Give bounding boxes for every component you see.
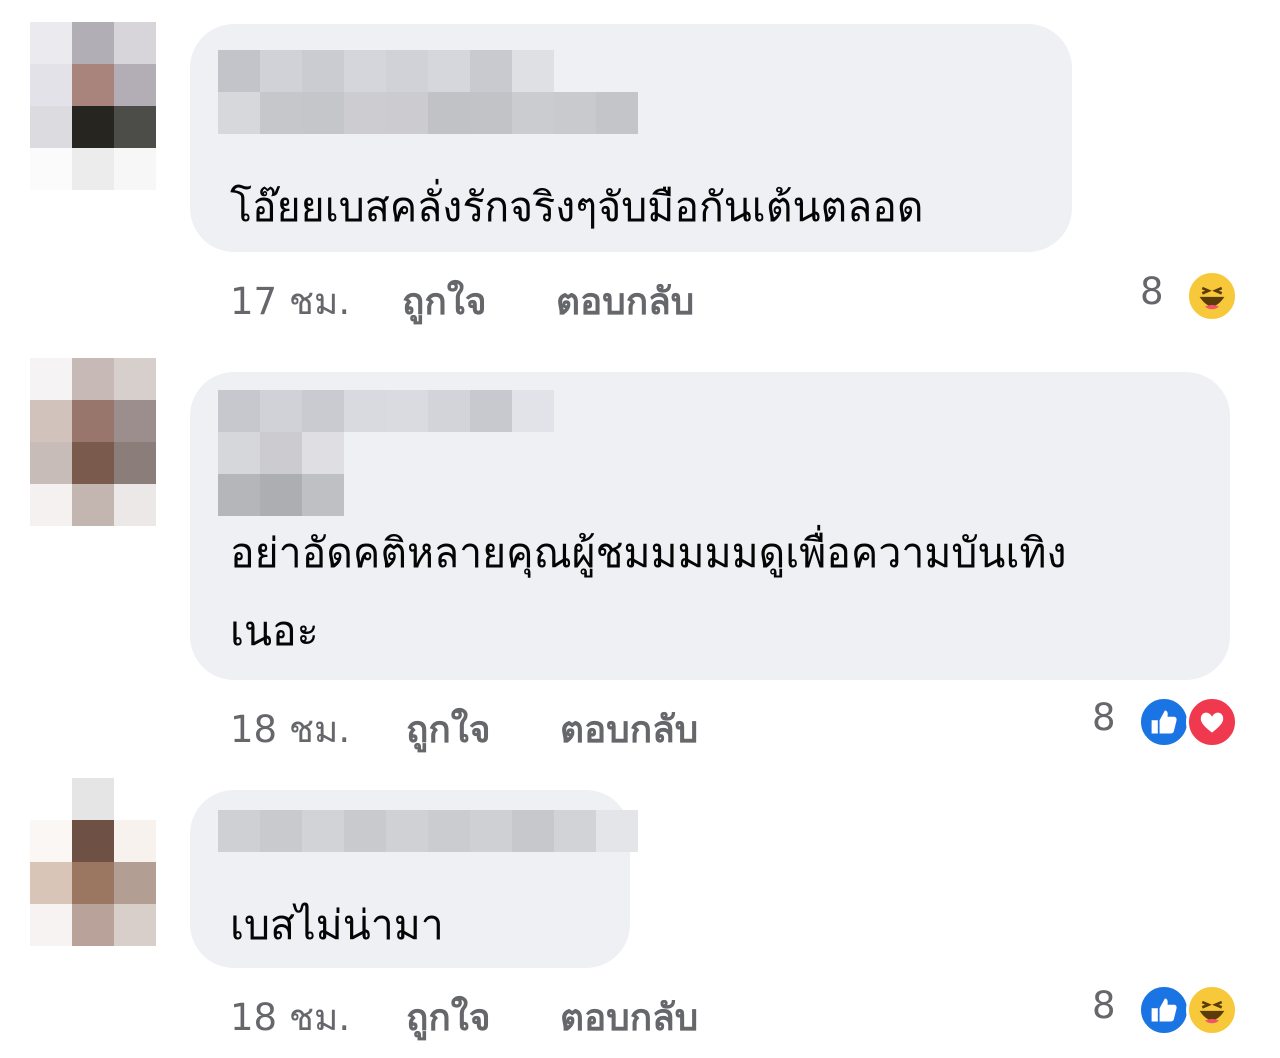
reply-button[interactable]: ตอบกลับ	[556, 272, 694, 331]
reaction-count: 8	[1092, 696, 1116, 739]
reaction-count: 8	[1140, 270, 1164, 313]
like-reaction-icon	[1138, 984, 1190, 1036]
avatar[interactable]	[30, 778, 158, 946]
reaction-count: 8	[1092, 984, 1116, 1027]
reaction-summary[interactable]: 8	[1092, 696, 1240, 748]
author-name-redacted[interactable]	[218, 50, 638, 134]
timestamp[interactable]: 18 ชม.	[230, 988, 350, 1047]
like-reaction-icon	[1138, 696, 1190, 748]
love-reaction-icon	[1186, 696, 1238, 748]
author-name-redacted[interactable]	[218, 390, 638, 516]
haha-reaction-icon	[1186, 984, 1238, 1036]
like-button[interactable]: ถูกใจ	[406, 700, 491, 759]
like-button[interactable]: ถูกใจ	[406, 988, 491, 1047]
comment-text: เบสไม่น่ามา	[230, 901, 444, 949]
avatar[interactable]	[30, 358, 158, 526]
comment-text: โอ๊ยยเบสคลั่งรักจริงๆจับมือกันเต้นตลอด	[230, 183, 924, 231]
reply-button[interactable]: ตอบกลับ	[560, 700, 698, 759]
haha-reaction-icon	[1186, 270, 1238, 322]
comment-text: อย่าอัดคติหลายคุณผู้ชมมมมมดูเพื่อความบัน…	[230, 529, 1067, 577]
reaction-summary[interactable]: 8	[1140, 270, 1240, 322]
timestamp[interactable]: 18 ชม.	[230, 700, 350, 759]
comment-text: เนอะ	[230, 607, 319, 655]
avatar[interactable]	[30, 22, 158, 190]
timestamp[interactable]: 17 ชม.	[230, 272, 350, 331]
reply-button[interactable]: ตอบกลับ	[560, 988, 698, 1047]
like-button[interactable]: ถูกใจ	[402, 272, 487, 331]
reaction-summary[interactable]: 8	[1092, 984, 1240, 1036]
author-name-redacted[interactable]	[218, 810, 638, 852]
